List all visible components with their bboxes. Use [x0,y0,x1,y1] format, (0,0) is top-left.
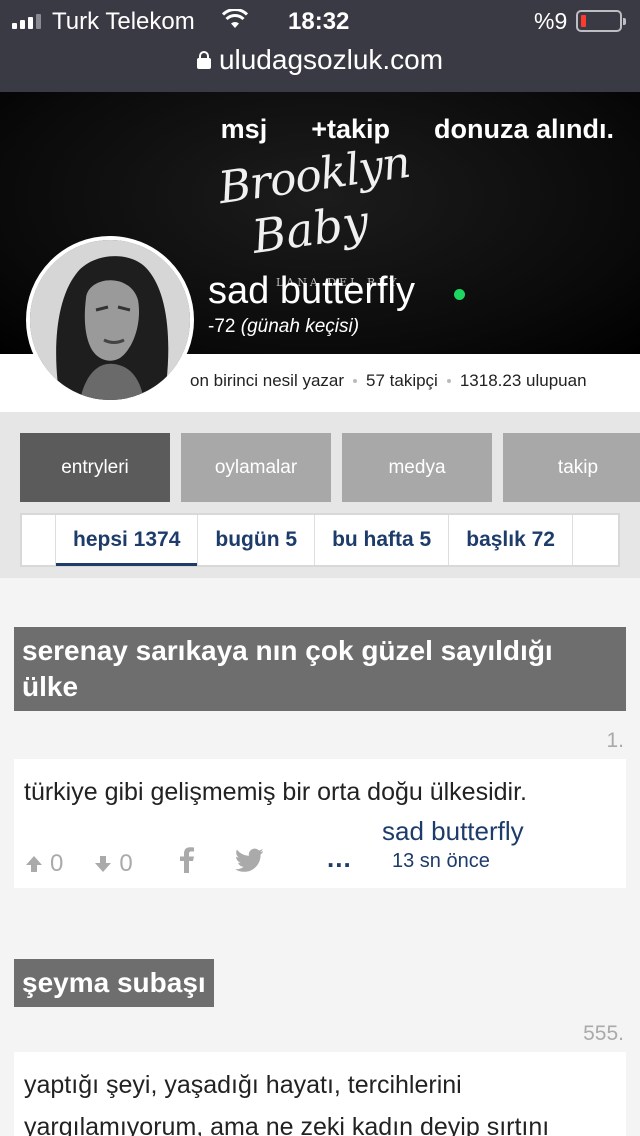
profile-name: sad butterfly [208,270,415,312]
filter-topics[interactable]: başlık 72 [449,515,573,565]
cover-art: Brooklyn Baby LANA DEL REY [212,137,413,289]
entry-card: yaptığı şeyi, yaşadığı hayatı, tercihler… [14,1052,626,1136]
profile-tabs-area: entryleri oylamalar medya takip hepsi 13… [0,412,640,578]
twitter-icon[interactable] [234,848,264,879]
profile-actions: msj +takip donuza alındı. [221,114,614,145]
tab-media[interactable]: medya [342,433,492,502]
arrow-down-icon [95,855,112,872]
entry-text-line: yaptığı şeyi, yaşadığı hayatı, tercihler… [24,1071,462,1099]
tab-entries[interactable]: entryleri [20,433,170,502]
entry-title[interactable]: şeyma subaşı [14,959,214,1007]
downvote-button[interactable]: 0 [93,849,133,878]
entry-timestamp[interactable]: 13 sn önce [392,850,490,873]
battery-icon [576,10,626,32]
follow-button[interactable]: +takip [311,114,390,145]
entry-number[interactable]: 555. [583,1022,624,1046]
entry-text: türkiye gibi gelişmemiş bir orta doğu ül… [24,778,527,806]
status-link[interactable]: donuza alındı. [434,114,614,145]
entry-text-line: yargılamıyorum, ama ne zeki kadın deyip … [24,1113,550,1136]
profile-tabs: entryleri oylamalar medya takip [20,433,640,502]
signal-strength-icon [12,14,41,29]
wifi-icon [221,8,249,34]
avatar[interactable] [26,236,194,404]
points: 1318.23 ulupuan [459,371,587,390]
tab-follow[interactable]: takip [503,433,640,502]
entry-title[interactable]: serenay sarıkaya nın çok güzel sayıldığı… [14,627,626,711]
arrow-up-icon [26,855,42,872]
author-generation: on birinci nesil yazar [190,371,345,390]
entry-number[interactable]: 1. [606,729,624,753]
filter-today[interactable]: bugün 5 [198,515,316,565]
online-indicator [454,289,465,300]
entry-filter-tabs: hepsi 1374 bugün 5 bu hafta 5 başlık 72 [20,513,620,567]
scroll-left-area[interactable] [22,515,56,565]
entry-title-line[interactable]: ülke [22,669,618,705]
facebook-icon[interactable] [179,847,195,880]
url-text[interactable]: uludagsozluk.com [219,44,443,76]
status-bar: Turk Telekom 18:32 %9 [0,0,640,40]
entry-card: türkiye gibi gelişmemiş bir orta doğu ül… [14,759,626,888]
entry-author[interactable]: sad butterfly [382,816,524,847]
tab-votes[interactable]: oylamalar [181,433,331,502]
karma-label: (günah keçisi) [240,316,360,337]
carrier-name: Turk Telekom [52,8,195,35]
lock-icon [196,51,211,69]
karma-value: -72 [208,316,236,337]
message-button[interactable]: msj [221,114,268,145]
filter-all[interactable]: hepsi 1374 [56,515,199,566]
entry-actions: 0 0 [24,847,264,880]
upvote-button[interactable]: 0 [24,850,63,878]
more-options-button[interactable]: ... [327,843,352,874]
address-bar[interactable]: uludagsozluk.com [0,42,640,78]
entry-title-line[interactable]: serenay sarıkaya nın çok güzel sayıldığı [22,633,618,669]
upvote-count: 0 [50,849,64,877]
battery-percent: %9 [534,8,568,34]
karma: -72 (günah keçisi) [208,316,359,338]
clock: 18:32 [288,8,350,35]
downvote-count: 0 [119,849,133,877]
follower-count[interactable]: 57 takipçi [366,371,438,391]
filter-this-week[interactable]: bu hafta 5 [315,515,450,565]
browser-chrome: Turk Telekom 18:32 %9 uludagsozluk.com [0,0,640,92]
